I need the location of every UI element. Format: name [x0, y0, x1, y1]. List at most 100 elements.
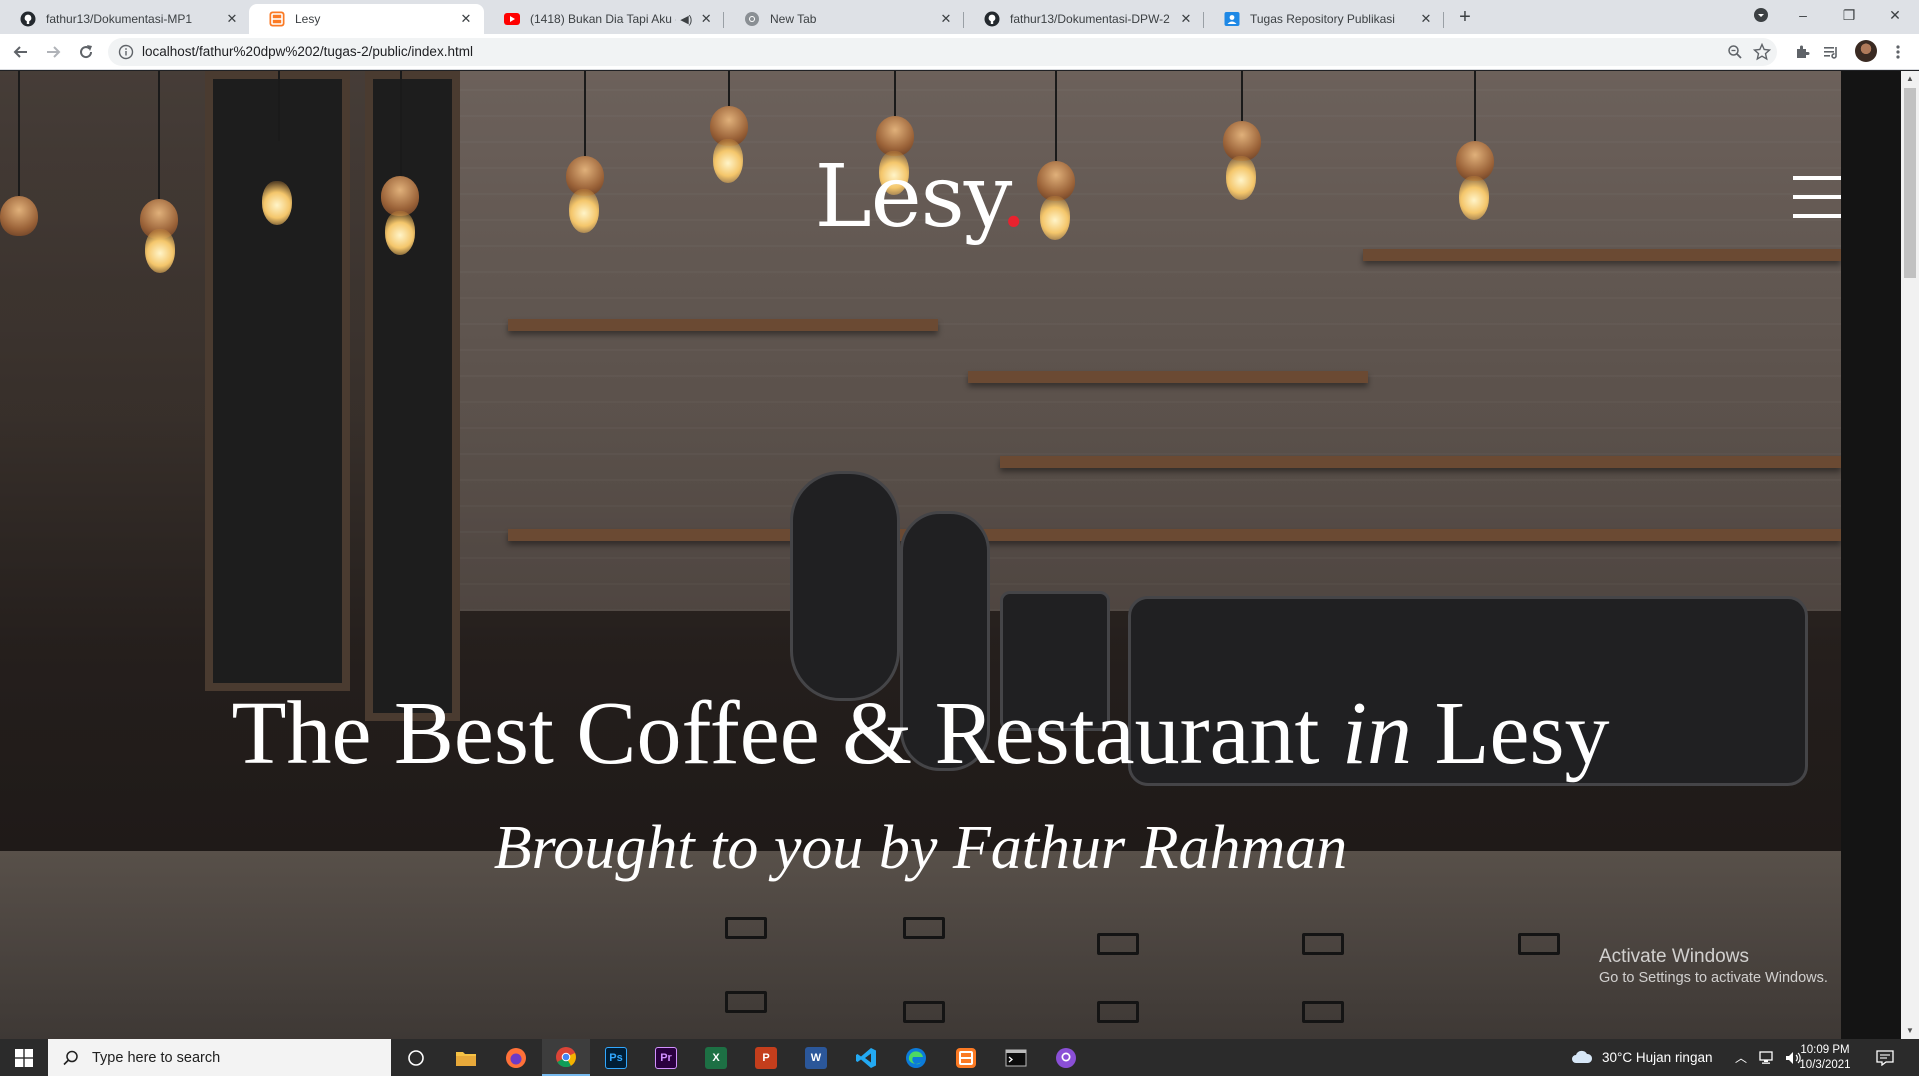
site-info-icon[interactable]	[118, 44, 134, 60]
page-edge-strip	[1841, 71, 1901, 1039]
tab-title: fathur13/Dokumentasi-MP1	[46, 12, 193, 26]
hero-tagline: Brought to you by Fathur Rahman	[493, 814, 1348, 882]
url-text[interactable]: localhost/fathur%20dpw%202/tugas-2/publi…	[142, 44, 473, 59]
chrome-menu-button[interactable]	[1886, 40, 1910, 64]
close-tab-icon[interactable]: ✕	[1178, 11, 1194, 27]
watermark-subtitle: Go to Settings to activate Windows.	[1599, 970, 1828, 986]
drawer-handle	[903, 1001, 945, 1023]
zoom-icon[interactable]	[1725, 42, 1745, 62]
tab-lesy[interactable]: Lesy ✕	[249, 4, 484, 34]
wall-shelf	[968, 371, 1368, 383]
drawer-handle	[725, 917, 767, 939]
close-tab-icon[interactable]: ✕	[938, 11, 954, 27]
scroll-down-arrow-icon[interactable]: ▼	[1901, 1023, 1919, 1039]
tab-tugas-repository[interactable]: Tugas Repository Publikasi ✕	[1204, 4, 1444, 34]
tab-search-button[interactable]	[1738, 0, 1784, 30]
close-window-button[interactable]: ✕	[1872, 0, 1918, 30]
audio-playing-icon[interactable]: ◀)	[680, 13, 692, 26]
github-desktop-icon	[1056, 1047, 1076, 1068]
taskbar-app-edge[interactable]	[892, 1039, 940, 1076]
site-logo[interactable]: Lesy.	[0, 147, 1841, 247]
logo-text: Lesy	[814, 147, 1001, 247]
tab-title: Tugas Repository Publikasi	[1250, 12, 1395, 26]
weather-widget[interactable]: 30°C Hujan ringan	[1570, 1039, 1712, 1076]
network-icon[interactable]	[1759, 1050, 1777, 1065]
profile-avatar[interactable]	[1855, 40, 1877, 62]
taskbar-app-explorer[interactable]	[442, 1039, 490, 1076]
close-tab-icon[interactable]: ✕	[698, 11, 714, 27]
playlist-icon	[1824, 47, 1837, 59]
scroll-up-arrow-icon[interactable]: ▲	[1901, 71, 1919, 87]
start-button[interactable]	[0, 1039, 48, 1076]
close-tab-icon[interactable]: ✕	[458, 11, 474, 27]
wall-shelf	[1000, 456, 1841, 468]
close-tab-icon[interactable]: ✕	[1418, 11, 1434, 27]
wall-shelf	[508, 319, 938, 331]
notification-icon	[1876, 1049, 1894, 1066]
taskbar-search-box[interactable]: Type here to search	[48, 1039, 391, 1076]
word-icon: W	[805, 1046, 827, 1069]
tab-new-tab[interactable]: New Tab ✕	[724, 4, 964, 34]
powerpoint-icon: P	[755, 1046, 777, 1069]
edge-icon	[906, 1047, 926, 1068]
media-control-button[interactable]	[1820, 40, 1844, 64]
action-center-button[interactable]	[1876, 1039, 1894, 1076]
forward-button[interactable]	[41, 40, 65, 64]
hero-headline: The Best Coffee & Restaurant in Lesy	[0, 682, 1841, 785]
new-tab-button[interactable]: +	[1452, 6, 1478, 28]
tab-title: (1418) Bukan Dia Tapi Aku -	[530, 12, 677, 26]
back-arrow-icon	[13, 46, 27, 58]
kebab-menu-icon	[1896, 45, 1900, 59]
taskbar-app-github-desktop[interactable]	[1042, 1039, 1090, 1076]
extensions-button[interactable]	[1790, 40, 1814, 64]
tab-dokumentasi-dpw-2[interactable]: fathur13/Dokumentasi-DPW-2 ✕	[964, 4, 1204, 34]
tab-title: New Tab	[770, 12, 817, 26]
cortana-icon	[408, 1049, 424, 1066]
cortana-button[interactable]	[392, 1039, 440, 1076]
reload-icon	[80, 45, 93, 59]
taskbar-app-vscode[interactable]	[842, 1039, 890, 1076]
watermark-title: Activate Windows	[1599, 946, 1749, 967]
drawer-handle	[1518, 933, 1560, 955]
github-icon	[20, 11, 36, 27]
terminal-icon	[1005, 1049, 1027, 1066]
headline-end: Lesy	[1434, 684, 1610, 783]
file-explorer-icon	[456, 1051, 476, 1066]
taskbar-app-firefox[interactable]	[492, 1039, 540, 1076]
page-scrollbar[interactable]: ▲ ▼	[1901, 71, 1919, 1039]
taskbar-app-powerpoint[interactable]: P	[742, 1039, 790, 1076]
close-tab-icon[interactable]: ✕	[224, 11, 240, 27]
google-classroom-icon	[1224, 11, 1240, 27]
vscode-icon	[856, 1047, 876, 1068]
maximize-button[interactable]: ❐	[1826, 0, 1872, 30]
reload-button[interactable]	[74, 40, 98, 64]
taskbar-app-word[interactable]: W	[792, 1039, 840, 1076]
drawer-handle	[1302, 1001, 1344, 1023]
back-button[interactable]	[9, 40, 33, 64]
taskbar-app-terminal[interactable]	[992, 1039, 1040, 1076]
taskbar-clock[interactable]: 10:09 PM 10/3/2021	[1785, 1043, 1865, 1073]
taskbar-app-photoshop[interactable]: Ps	[592, 1039, 640, 1076]
tab-dokumentasi-mp1[interactable]: fathur13/Dokumentasi-MP1 ✕	[0, 4, 250, 34]
taskbar-app-chrome[interactable]	[542, 1039, 590, 1076]
taskbar-app-xampp[interactable]	[942, 1039, 990, 1076]
search-placeholder: Type here to search	[92, 1049, 221, 1066]
show-hidden-icons-icon[interactable]: ︿	[1735, 1049, 1747, 1066]
headline-italic: in	[1342, 684, 1413, 783]
minimize-button[interactable]: –	[1780, 0, 1826, 30]
browser-toolbar: localhost/fathur%20dpw%202/tugas-2/publi…	[0, 34, 1919, 70]
lamp-cord	[728, 71, 730, 111]
hero-section: Lesy. The Best Coffee & Restaurant in Le…	[0, 71, 1855, 1039]
github-icon	[984, 11, 1000, 27]
taskbar-app-excel[interactable]: X	[692, 1039, 740, 1076]
taskbar-app-premiere[interactable]: Pr	[642, 1039, 690, 1076]
cloud-rain-icon	[1572, 1050, 1593, 1063]
scrollbar-thumb[interactable]	[1904, 88, 1916, 278]
tab-youtube[interactable]: (1418) Bukan Dia Tapi Aku - ◀) ✕	[484, 4, 724, 34]
headline-main: The Best Coffee & Restaurant	[231, 684, 1320, 783]
address-bar[interactable]: localhost/fathur%20dpw%202/tugas-2/publi…	[108, 38, 1777, 66]
lamp-cord	[278, 71, 280, 141]
lamp-cord	[894, 71, 896, 121]
bookmark-star-icon[interactable]	[1752, 42, 1772, 62]
page-viewport: Lesy. The Best Coffee & Restaurant in Le…	[0, 71, 1919, 1039]
